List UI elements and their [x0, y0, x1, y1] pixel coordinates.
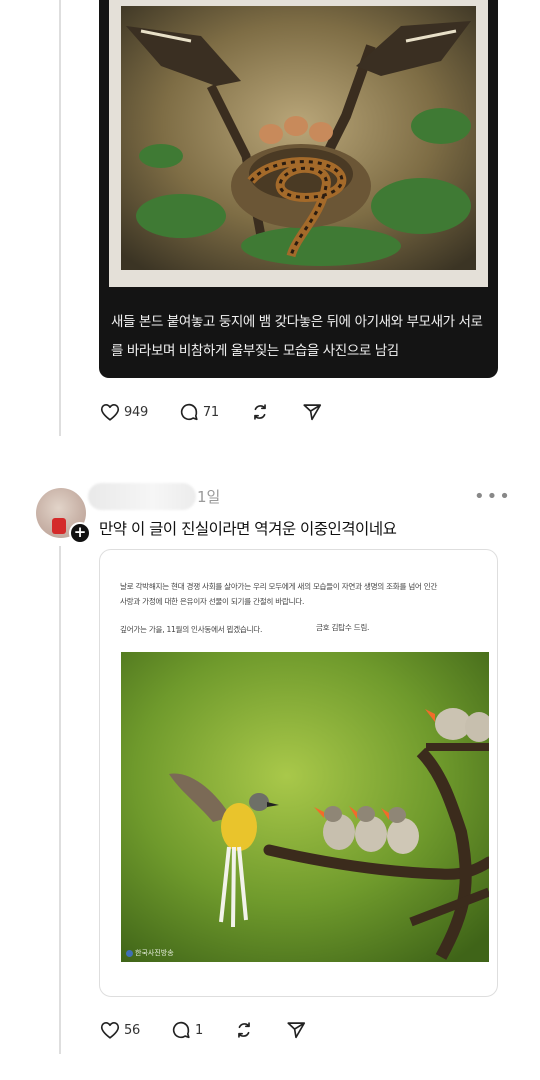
- embed-line-2: 사랑과 가정에 대한 은유이자 선물이 되기를 간절히 바랍니다.: [120, 597, 305, 606]
- repost-button[interactable]: [249, 401, 271, 423]
- repost-icon: [238, 1022, 250, 1038]
- snake-nest-photo[interactable]: [109, 0, 488, 287]
- embed-signature: 금호 김탑수 드림.: [316, 623, 370, 632]
- quoted-card[interactable]: 날로 각박해지는 현대 경쟁 사회를 살아가는 우리 모두에게 새의 모습들이 …: [99, 549, 498, 997]
- reply-actions: 56 1: [99, 1018, 337, 1042]
- comment-icon: [172, 1021, 190, 1039]
- more-options-icon[interactable]: •••: [474, 486, 512, 507]
- follow-plus-icon[interactable]: +: [69, 522, 91, 544]
- heart-icon: [100, 1022, 120, 1039]
- repost-icon: [254, 404, 266, 420]
- reply-count: 1: [194, 1022, 203, 1038]
- embed-line-1: 날로 각박해지는 현대 경쟁 사회를 살아가는 우리 모두에게 새의 모습들이 …: [120, 582, 438, 591]
- post-media-card[interactable]: 새들 본드 붙여놓고 둥지에 뱀 갖다놓은 뒤에 아기새와 부모새가 서로를 바…: [99, 0, 498, 378]
- like-count: 56: [124, 1022, 140, 1038]
- share-button[interactable]: [285, 1019, 307, 1041]
- logo-icon: [126, 949, 133, 957]
- send-icon: [287, 1022, 306, 1039]
- photo-watermark: 한국사진방송: [126, 948, 174, 958]
- reply-text: 만약 이 글이 진실이라면 역겨운 이중인격이네요: [99, 520, 397, 538]
- like-count: 949: [124, 404, 148, 420]
- heart-icon: [100, 404, 120, 421]
- like-button[interactable]: 949: [99, 401, 148, 423]
- repost-button[interactable]: [233, 1019, 255, 1041]
- post-time: 1일: [197, 488, 221, 506]
- post-actions: 949 71: [99, 400, 353, 424]
- like-button[interactable]: 56: [99, 1019, 140, 1041]
- username-blurred[interactable]: [88, 483, 196, 510]
- share-button[interactable]: [301, 401, 323, 423]
- bird-feeding-photo[interactable]: 한국사진방송: [121, 652, 489, 962]
- embed-line-3: 깊어가는 가을, 11월의 인사동에서 뵙겠습니다.: [120, 625, 263, 634]
- thread-line-top: [59, 0, 61, 436]
- reply-button[interactable]: 71: [178, 401, 219, 423]
- reply-count: 71: [202, 404, 219, 420]
- send-icon: [303, 404, 321, 421]
- thread-line-bottom: [59, 546, 61, 1054]
- watermark-text: 한국사진방송: [135, 949, 174, 957]
- post-caption: 새들 본드 붙여놓고 둥지에 뱀 갖다놓은 뒤에 아기새와 부모새가 서로를 바…: [111, 314, 483, 359]
- comment-icon: [180, 403, 198, 421]
- reply-button[interactable]: 1: [170, 1019, 203, 1041]
